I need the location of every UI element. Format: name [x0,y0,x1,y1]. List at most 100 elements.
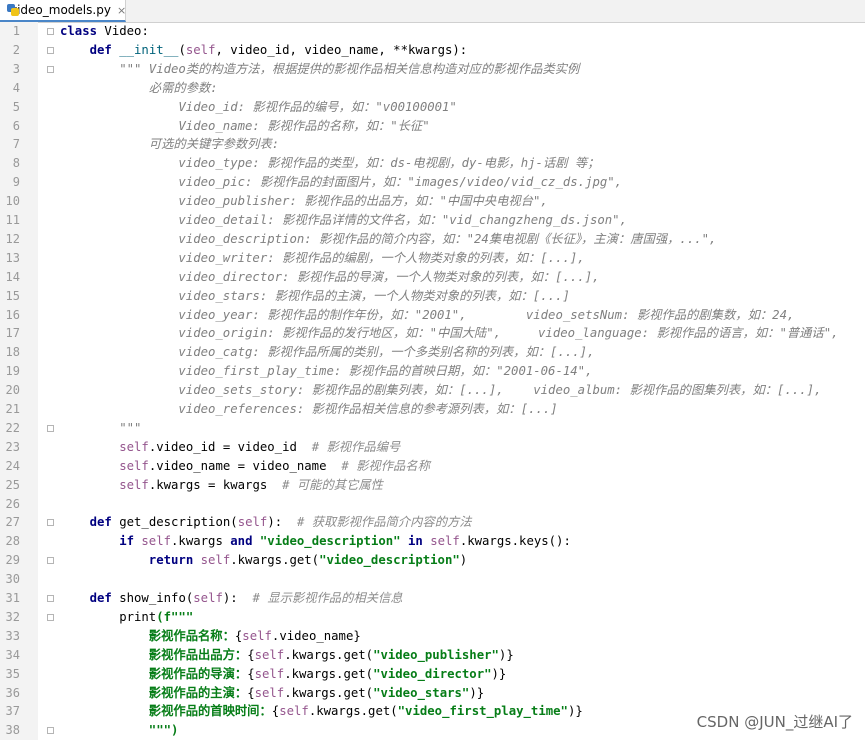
line-number: 20 [5,383,20,398]
code-text: video_type: 影视作品的类型，如：ds-电视剧，dy-电影，hj-话剧… [178,154,599,173]
code-token: ): [267,515,297,530]
line-number: 35 [5,666,20,681]
code-line[interactable]: 12 video_description: 影视作品的简介内容，如："24集电视剧… [0,230,865,249]
code-line[interactable]: 9 video_pic: 影视作品的封面图片，如："images/video/vi… [0,173,865,192]
code-line[interactable]: 26 [0,495,865,514]
code-token: .kwargs.get( [308,704,398,719]
code-line[interactable]: 28 if self.kwargs and "video_description"… [0,532,865,551]
code-token: self [119,439,149,454]
code-line[interactable]: 29 return self.kwargs.get("video_descript… [0,551,865,570]
code-line[interactable]: 14 video_director: 影视作品的导演，一个人物类对象的列表，如：[… [0,268,865,287]
code-line[interactable]: 24 self.video_name = video_name # 影视作品名称 [0,457,865,476]
code-line[interactable]: 13 video_writer: 影视作品的编剧，一个人物类对象的列表，如：[..… [0,249,865,268]
code-text: """ Video类的构造方法，根据提供的影视作品相关信息构造对应的影视作品类实… [119,60,579,79]
code-text: video_publisher: 影视作品的出品方，如："中国中央电视台", [178,192,547,211]
code-token: # 可能的其它属性 [282,477,383,492]
code-token: "video_stars" [373,685,470,700]
code-line[interactable]: 17 video_origin: 影视作品的发行地区，如："中国大陆", vide… [0,324,865,343]
line-number: 34 [5,647,20,662]
code-token: self [185,42,216,57]
code-token: def [89,42,120,57]
line-number: 26 [5,496,20,511]
code-token: self [237,515,268,530]
watermark: CSDN @JUN_过继AI了 [696,713,853,731]
tab-video-models[interactable]: video_models.py × [0,0,126,22]
code-line[interactable]: 36 影视作品的主演：{self.kwargs.get("video_stars"… [0,684,865,703]
code-token: "video_first_play_time" [397,704,568,719]
fold-marker-icon[interactable] [47,519,54,527]
code-text: class Video: [60,22,149,41]
code-token: .kwargs [171,534,231,549]
code-token: video_stars: 影视作品的主演，一个人物类对象的列表，如：[...] [178,288,570,303]
fold-marker-icon[interactable] [47,613,54,621]
code-line[interactable]: 18 video_catg: 影视作品所属的类别，一个多类别名称的列表，如：[..… [0,343,865,362]
code-text: video_description: 影视作品的简介内容，如："24集电视剧《长… [178,230,716,249]
fold-marker-icon[interactable] [47,424,54,432]
code-token: """ [119,420,142,435]
code-line[interactable]: 2 def __init__(self, video_id, video_name… [0,41,865,60]
code-token: ): [222,591,253,605]
fold-marker-icon[interactable] [47,727,54,735]
code-line[interactable]: 8 video_type: 影视作品的类型，如：ds-电视剧，dy-电影，hj-话… [0,154,865,173]
code-line[interactable]: 30 [0,570,865,589]
code-line[interactable]: 33 影视作品名称：{self.video_name} [0,627,865,646]
code-line[interactable]: 25 self.kwargs = kwargs # 可能的其它属性 [0,476,865,495]
code-token: self [141,534,172,549]
code-token: )} [567,704,583,719]
code-token: 影视作品的导演： [148,666,248,681]
code-line[interactable]: 20 video_sets_story: 影视作品的剧集列表，如：[...], v… [0,381,865,400]
code-token: 影视作品的主演： [148,685,248,700]
code-text: video_references: 影视作品相关信息的参考源列表，如：[...] [178,400,557,419]
code-line[interactable]: 1 class Video: [0,22,865,41]
code-text: def __init__(self, video_id, video_name,… [90,41,468,60]
code-line[interactable]: 23 self.video_id = video_id # 影视作品编号 [0,438,865,457]
code-line[interactable]: 34 影视作品出品方：{self.kwargs.get("video_publis… [0,646,865,665]
code-token: self [193,591,223,605]
line-number: 32 [5,609,20,624]
code-line[interactable]: 35 影视作品的导演：{self.kwargs.get("video_direct… [0,665,865,684]
fold-marker-icon[interactable] [47,65,54,73]
code-text: if self.kwargs and "video_description" i… [119,532,571,551]
line-number: 31 [5,591,20,605]
code-token: video_director: 影视作品的导演，一个人物类对象的列表，如：[..… [178,269,600,284]
fold-marker-icon[interactable] [47,557,54,565]
code-token: .kwargs.get( [284,685,374,700]
code-token: Video: [104,24,149,38]
line-number: 1 [12,24,20,38]
line-number: 33 [5,628,20,643]
line-number: 8 [12,156,20,171]
code-line[interactable]: 7 可选的关键字参数列表: [0,135,865,154]
code-token: self [200,553,231,568]
code-line[interactable]: 32 print(f""" [0,608,865,627]
code-line[interactable]: 4 必需的参数: [0,79,865,98]
code-token: self [430,534,460,549]
code-token: ( [178,42,186,57]
code-line[interactable]: 31 def show_info(self): # 显示影视作品的相关信息 [0,589,865,608]
code-token: self [242,628,272,643]
code-token: self [254,685,285,700]
code-token: .kwargs = kwargs [148,477,283,492]
code-token: .kwargs.get( [284,647,374,662]
close-icon[interactable]: × [117,4,126,17]
line-number: 16 [5,307,20,322]
code-line[interactable]: 3 """ Video类的构造方法，根据提供的影视作品相关信息构造对应的影视作品类… [0,60,865,79]
code-token: video_catg: 影视作品所属的类别，一个多类别名称的列表，如：[...]… [178,345,595,360]
fold-marker-icon[interactable] [47,28,54,35]
fold-marker-icon[interactable] [47,46,54,54]
code-token: .kwargs.get( [230,553,320,568]
line-number: 24 [5,458,20,473]
code-line[interactable]: 22 """ [0,419,865,438]
fold-marker-icon[interactable] [47,595,54,602]
code-text: 必需的参数: [149,79,218,98]
code-line[interactable]: 5 Video_id: 影视作品的编号，如："v00100001" [0,98,865,117]
code-line[interactable]: 19 video_first_play_time: 影视作品的首映日期，如："20… [0,362,865,381]
code-line[interactable]: 21 video_references: 影视作品相关信息的参考源列表，如：[..… [0,400,865,419]
code-token: video_first_play_time: 影视作品的首映日期，如："2001… [178,364,593,379]
code-line[interactable]: 27 def get_description(self): # 获取影视作品简介内… [0,513,865,532]
code-line[interactable]: 6 Video_name: 影视作品的名称，如："长征" [0,117,865,136]
code-line[interactable]: 16 video_year: 影视作品的制作年份，如："2001", video_… [0,306,865,325]
code-line[interactable]: 11 video_detail: 影视作品详情的文件名，如："vid_changz… [0,211,865,230]
code-line[interactable]: 15 video_stars: 影视作品的主演，一个人物类对象的列表，如：[...… [0,287,865,306]
code-line[interactable]: 10 video_publisher: 影视作品的出品方，如："中国中央电视台", [0,192,865,211]
line-number: 14 [5,269,20,284]
